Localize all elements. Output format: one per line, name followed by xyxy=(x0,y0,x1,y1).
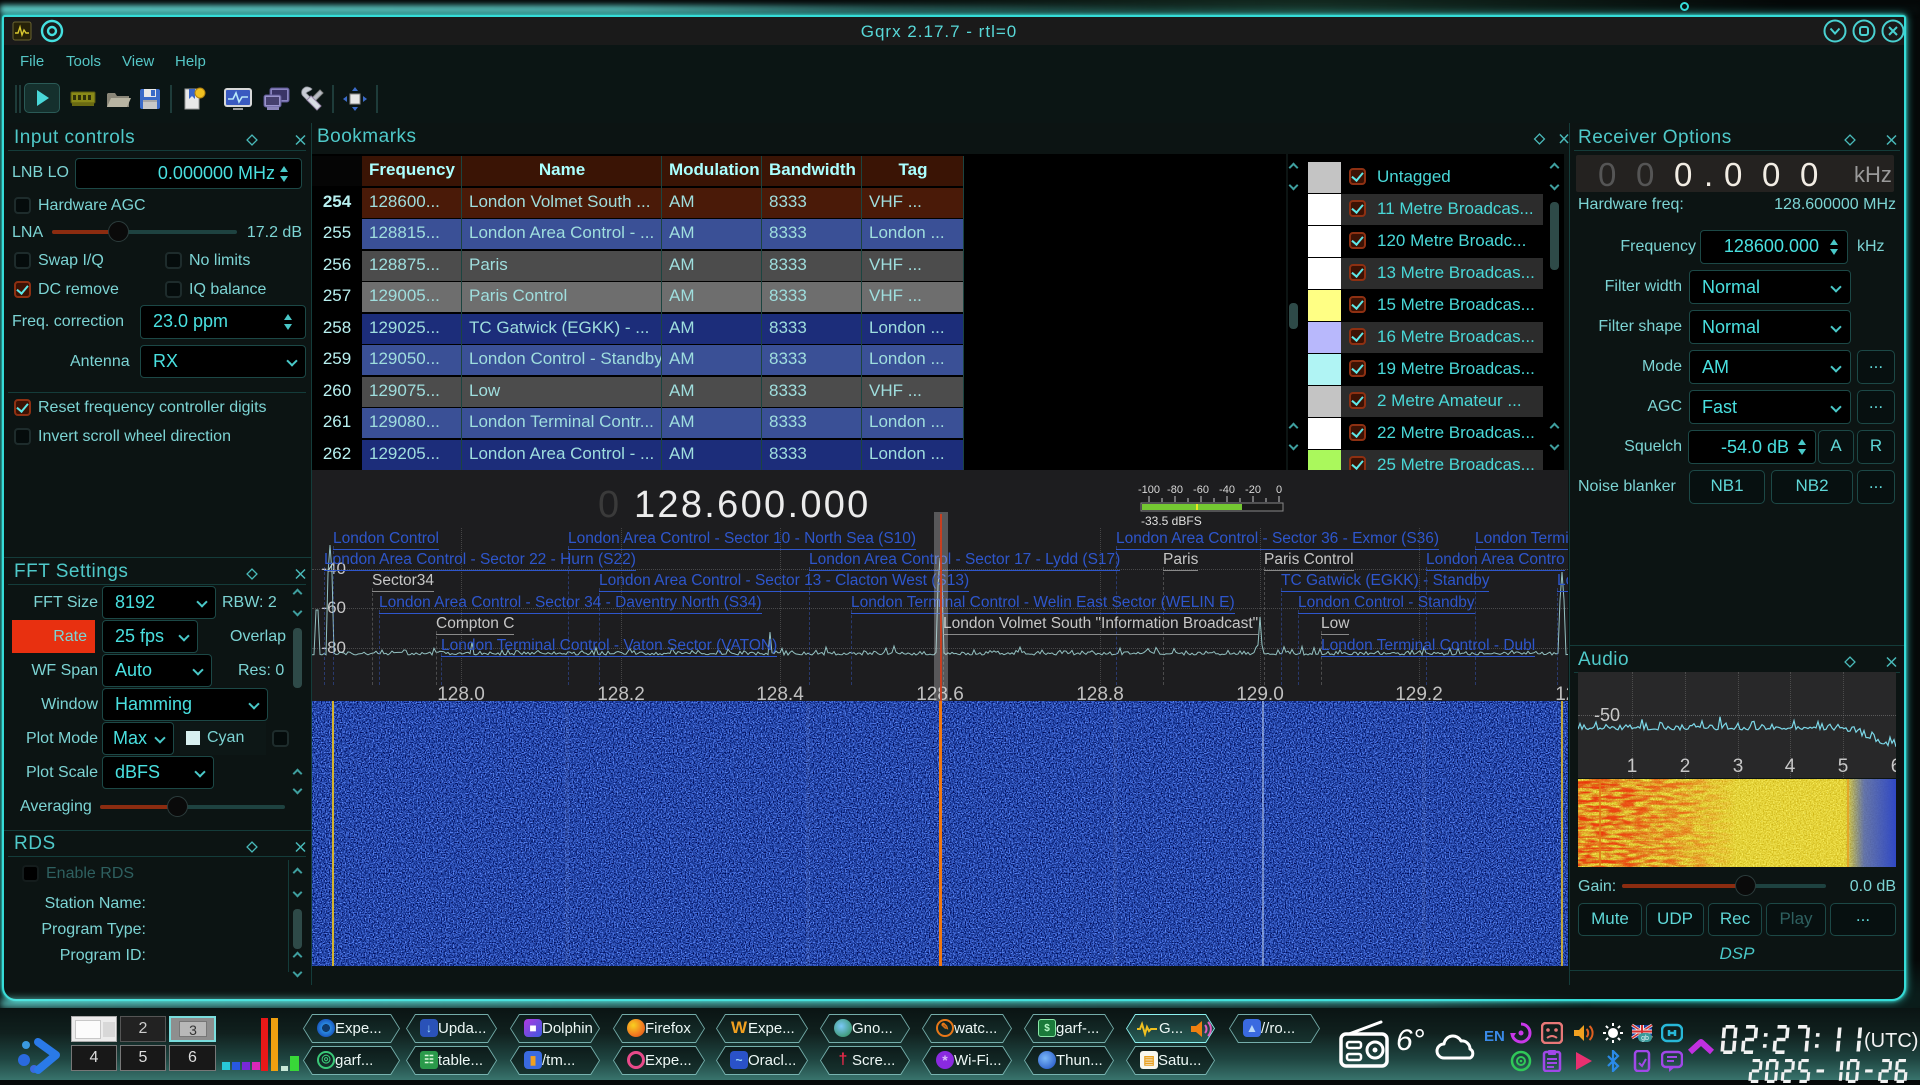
svg-text:gb: gb xyxy=(1641,1035,1649,1042)
